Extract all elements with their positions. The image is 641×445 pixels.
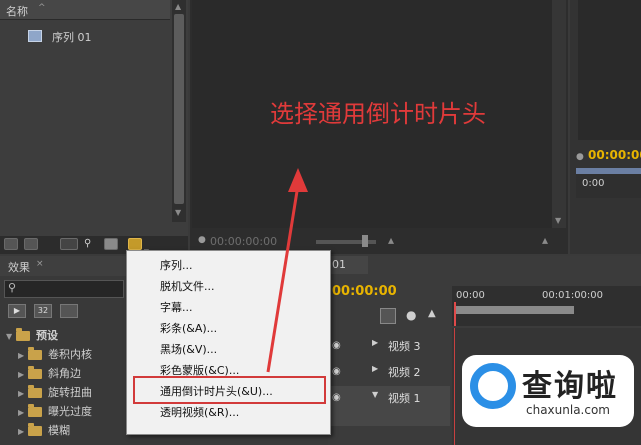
watermark: 查询啦 chaxunla.com	[462, 355, 634, 427]
watermark-brand: 查询啦	[522, 369, 618, 404]
watermark-logo-icon	[470, 363, 516, 409]
watermark-url: chaxunla.com	[526, 403, 610, 417]
